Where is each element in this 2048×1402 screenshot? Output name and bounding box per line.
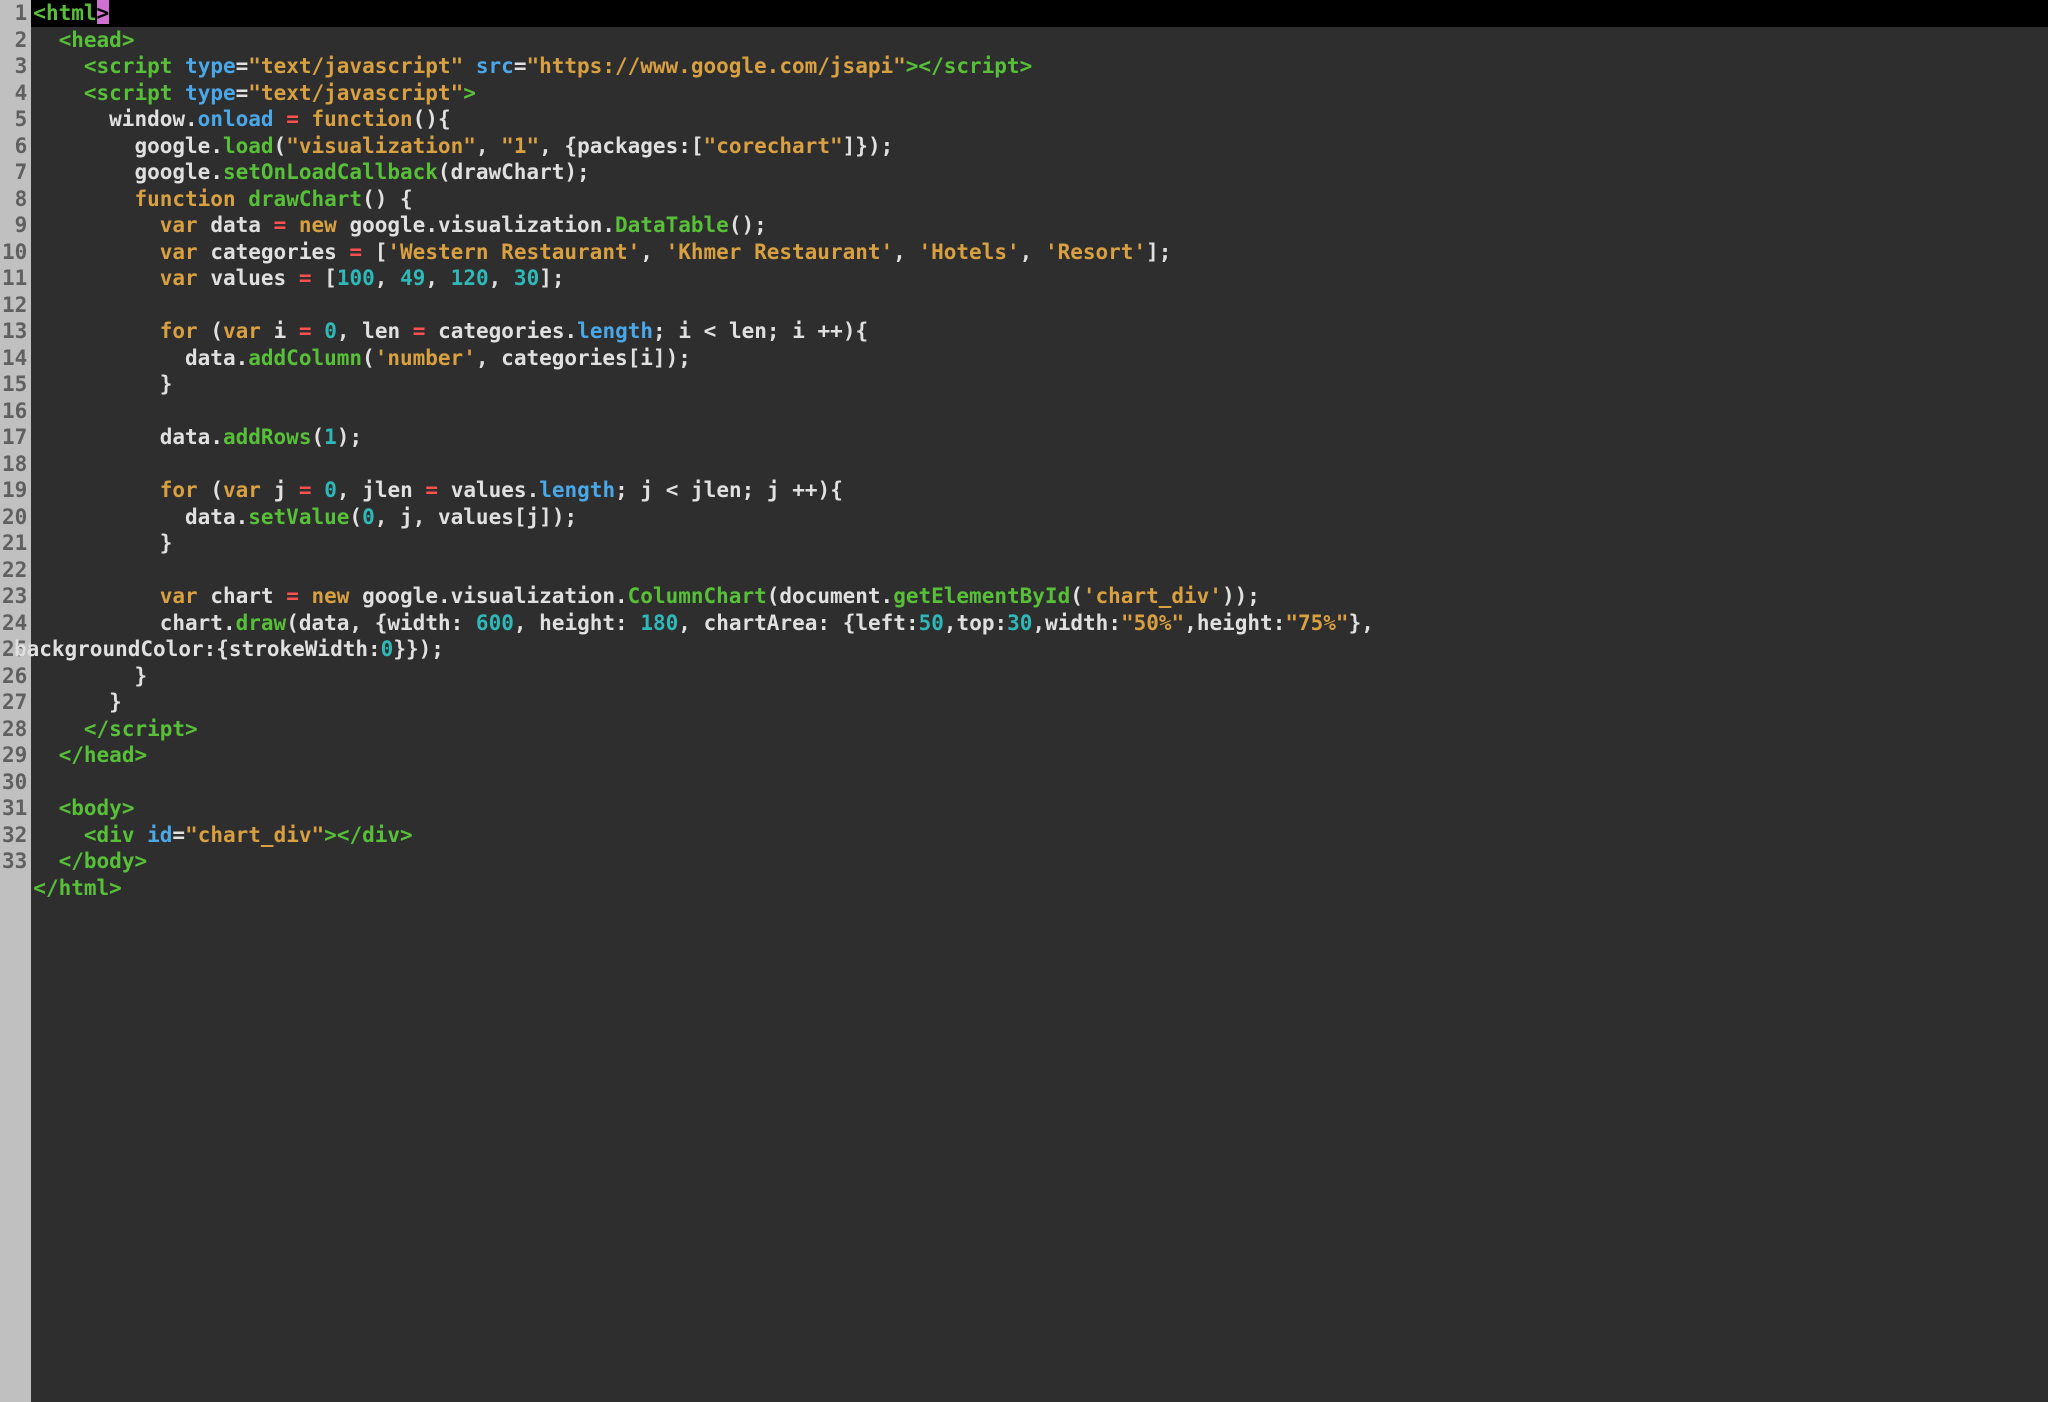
line-number: 10 [2, 239, 27, 266]
line-number: 29 [2, 742, 27, 769]
code-line[interactable] [31, 451, 2048, 478]
code-line[interactable]: data.addColumn('number', categories[i]); [31, 345, 2048, 372]
code-line[interactable]: var chart = new google.visualization.Col… [31, 583, 2048, 610]
code-line[interactable]: <script type="text/javascript" src="http… [31, 53, 2048, 80]
line-number: 7 [2, 159, 27, 186]
code-line[interactable]: chart.draw(data, {width: 600, height: 18… [31, 610, 2048, 637]
line-number: 16 [2, 398, 27, 425]
code-line[interactable]: var data = new google.visualization.Data… [31, 212, 2048, 239]
code-line[interactable]: for (var j = 0, jlen = values.length; j … [31, 477, 2048, 504]
code-line[interactable] [31, 769, 2048, 796]
code-line[interactable]: data.addRows(1); [31, 424, 2048, 451]
line-number: 18 [2, 451, 27, 478]
line-number: 14 [2, 345, 27, 372]
line-number: 33 [2, 848, 27, 875]
code-line[interactable]: google.load("visualization", "1", {packa… [31, 133, 2048, 160]
line-number: 31 [2, 795, 27, 822]
code-line[interactable]: } [31, 663, 2048, 690]
line-number-gutter: 1 2 3 4 5 6 7 8 9 10 11 12 13 14 15 16 1… [0, 0, 31, 1402]
line-number: 1 [2, 0, 27, 27]
code-line[interactable]: <div id="chart_div"></div> [31, 822, 2048, 849]
line-number: 17 [2, 424, 27, 451]
line-number: 12 [2, 292, 27, 319]
line-number: 27 [2, 689, 27, 716]
line-number: 19 [2, 477, 27, 504]
line-number: 22 [2, 557, 27, 584]
code-line[interactable] [31, 292, 2048, 319]
code-line[interactable]: </head> [31, 742, 2048, 769]
code-line[interactable] [31, 398, 2048, 425]
code-line[interactable]: <body> [31, 795, 2048, 822]
code-line[interactable]: window.onload = function(){ [31, 106, 2048, 133]
line-number: 13 [2, 318, 27, 345]
line-number: 24 [2, 610, 27, 637]
line-number: 3 [2, 53, 27, 80]
code-line[interactable]: </html> [31, 875, 2048, 902]
line-number: 21 [2, 530, 27, 557]
line-number: 32 [2, 822, 27, 849]
code-line[interactable]: } [31, 530, 2048, 557]
code-line[interactable]: var categories = ['Western Restaurant', … [31, 239, 2048, 266]
line-number: 11 [2, 265, 27, 292]
code-line[interactable]: } [31, 371, 2048, 398]
line-number: 15 [2, 371, 27, 398]
code-line[interactable]: var values = [100, 49, 120, 30]; [31, 265, 2048, 292]
line-number: 9 [2, 212, 27, 239]
code-line[interactable]: data.setValue(0, j, values[j]); [31, 504, 2048, 531]
code-editor[interactable]: <html> <head> <script type="text/javascr… [31, 0, 2048, 1402]
line-number: 4 [2, 80, 27, 107]
code-line-wrap[interactable]: backgroundColor:{strokeWidth:0}}); [1, 636, 2048, 663]
text-cursor: > [97, 0, 109, 24]
code-line[interactable]: </script> [31, 716, 2048, 743]
line-number: 28 [2, 716, 27, 743]
code-line[interactable] [31, 557, 2048, 584]
line-number: 26 [2, 663, 27, 690]
line-number: 5 [2, 106, 27, 133]
code-line[interactable]: <script type="text/javascript"> [31, 80, 2048, 107]
line-number: 8 [2, 186, 27, 213]
line-number: 6 [2, 133, 27, 160]
line-number: 2 [2, 27, 27, 54]
code-line[interactable]: </body> [31, 848, 2048, 875]
code-line[interactable]: <head> [31, 27, 2048, 54]
code-line[interactable]: for (var i = 0, len = categories.length;… [31, 318, 2048, 345]
line-number: 20 [2, 504, 27, 531]
code-line[interactable]: <html> [31, 0, 2048, 27]
code-line[interactable]: } [31, 689, 2048, 716]
line-number: 23 [2, 583, 27, 610]
code-line[interactable]: google.setOnLoadCallback(drawChart); [31, 159, 2048, 186]
code-line[interactable]: function drawChart() { [31, 186, 2048, 213]
line-number: 30 [2, 769, 27, 796]
